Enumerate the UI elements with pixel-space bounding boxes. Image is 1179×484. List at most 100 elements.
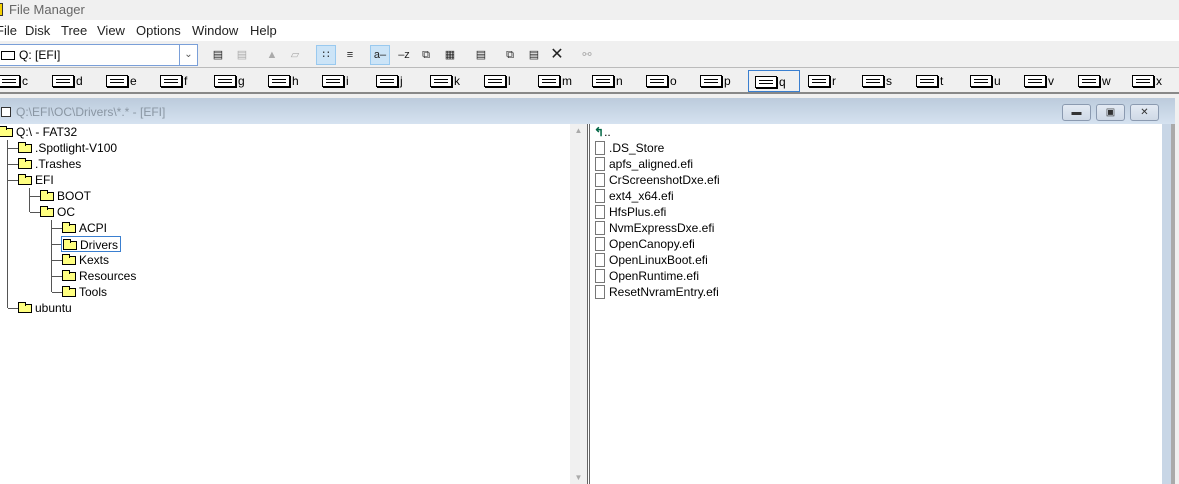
tree-scrollbar[interactable]: ▲ ▼ [570,124,587,484]
menu-window[interactable]: Window [192,20,238,41]
drive-select[interactable]: Q: [EFI] ⌄ [0,44,198,66]
parent-directory-item[interactable]: ↰.. [594,124,611,140]
tree-node-label: ubuntu [35,301,72,315]
tree-node-label: Resources [79,269,137,283]
drive-n-button[interactable]: n [586,70,638,92]
window-icon [1,107,11,117]
file-item[interactable]: OpenCanopy.efi [594,236,695,252]
cascade-icon[interactable]: ▤ [471,45,491,65]
menu-help[interactable]: Help [250,20,277,41]
tree-node[interactable]: ACPI [61,220,107,236]
drive-letter: e [130,74,137,88]
menu-file[interactable]: File [0,20,17,41]
scroll-up-icon[interactable]: ▲ [570,126,587,135]
drive-m-button[interactable]: m [532,70,584,92]
drive-p-button[interactable]: p [694,70,746,92]
file-item[interactable]: OpenRuntime.efi [594,268,699,284]
share-icon[interactable]: ▲ [262,45,282,65]
tree-node[interactable]: Kexts [61,252,109,268]
drive-j-button[interactable]: j [370,70,422,92]
drive-letter: m [562,74,572,88]
drive-icon [1132,75,1154,87]
drive-v-button[interactable]: v [1018,70,1070,92]
menu-options[interactable]: Options [136,20,181,41]
folder-icon [18,158,32,169]
drive-letter: x [1156,74,1162,88]
drive-k-button[interactable]: k [424,70,476,92]
drive-g-button[interactable]: g [208,70,260,92]
tree-node[interactable]: EFI [17,172,54,188]
drive-letter: p [724,74,731,88]
drive-t-button[interactable]: t [910,70,962,92]
tree-node[interactable]: .Spotlight-V100 [17,140,117,156]
folder-icon [62,222,76,233]
folder-icon [0,126,13,137]
tree-node[interactable]: Q:\ - FAT32 [0,124,77,140]
minimize-button[interactable]: ▬ [1062,104,1091,121]
tree-node-label: .Spotlight-V100 [35,141,118,155]
drive-letter: u [994,74,1001,88]
scroll-down-icon[interactable]: ▼ [570,473,587,482]
menu-tree[interactable]: Tree [61,20,87,41]
tree-node[interactable]: Resources [61,268,136,284]
folder-icon [40,206,54,217]
paste-icon[interactable]: ▤ [524,45,544,65]
file-item[interactable]: OpenLinuxBoot.efi [594,252,708,268]
file-item[interactable]: CrScreenshotDxe.efi [594,172,720,188]
drive-d-button[interactable]: d [46,70,98,92]
file-item[interactable]: HfsPlus.efi [594,204,666,220]
file-item[interactable]: ext4_x64.efi [594,188,674,204]
tree-node[interactable]: .Trashes [17,156,81,172]
tree-node[interactable]: Tools [61,284,107,300]
drive-q-button[interactable]: q [748,70,800,92]
tree-node[interactable]: BOOT [39,188,91,204]
menu-disk[interactable]: Disk [25,20,50,41]
large-icons-view-icon[interactable]: ∷ [316,45,336,65]
tree-node[interactable]: Drivers [61,236,121,252]
delete-icon[interactable]: ✕ [547,45,567,65]
list-view-icon[interactable]: ≡ [340,45,360,65]
drive-icon [214,75,236,87]
new-window-icon[interactable]: ⧉ [416,45,436,65]
maximize-button[interactable]: ▣ [1096,104,1125,121]
drive-c-button[interactable]: c [0,70,44,92]
menu-view[interactable]: View [97,20,125,41]
drive-u-button[interactable]: u [964,70,1016,92]
sort-by-name-icon[interactable]: a– [370,45,390,65]
file-item[interactable]: .DS_Store [594,140,664,156]
drive-h-button[interactable]: h [262,70,314,92]
drive-x-button[interactable]: x [1126,70,1178,92]
properties-icon[interactable]: ▦ [440,45,460,65]
copy-icon[interactable]: ⧉ [500,45,520,65]
tree-node-label: Kexts [79,253,110,267]
app-icon [0,3,3,16]
sort-by-type-icon[interactable]: –z [394,45,414,65]
drive-s-button[interactable]: s [856,70,908,92]
drive-o-button[interactable]: o [640,70,692,92]
drive-f-button[interactable]: f [154,70,206,92]
tree-node[interactable]: ubuntu [17,300,72,316]
drive-icon [646,75,668,87]
file-item[interactable]: apfs_aligned.efi [594,156,693,172]
drive-e-button[interactable]: e [100,70,152,92]
file-item[interactable]: NvmExpressDxe.efi [594,220,714,236]
folder-icon [62,254,76,265]
drive-l-button[interactable]: l [478,70,530,92]
key-icon[interactable]: ⚯ [577,45,597,65]
disconnect-network-drive-icon[interactable]: ▤ [232,45,252,65]
folder-icon [18,302,32,313]
file-item[interactable]: ResetNvramEntry.efi [594,284,719,300]
close-button[interactable]: ✕ [1130,104,1159,121]
chevron-down-icon[interactable]: ⌄ [179,45,197,65]
drive-icon [755,76,777,88]
drive-icon [538,75,560,87]
drive-icon [1,51,15,60]
toolbar: Q: [EFI] ⌄ ▤ ▤ ▲ ▱ ∷ ≡ a– –z ⧉ ▦ ▤ ⧉ ▤ ✕ … [0,42,1179,68]
drive-icon [970,75,992,87]
stop-sharing-icon[interactable]: ▱ [285,45,305,65]
connect-network-drive-icon[interactable]: ▤ [208,45,228,65]
tree-node[interactable]: OC [39,204,75,220]
drive-w-button[interactable]: w [1072,70,1124,92]
drive-i-button[interactable]: i [316,70,368,92]
drive-r-button[interactable]: r [802,70,854,92]
